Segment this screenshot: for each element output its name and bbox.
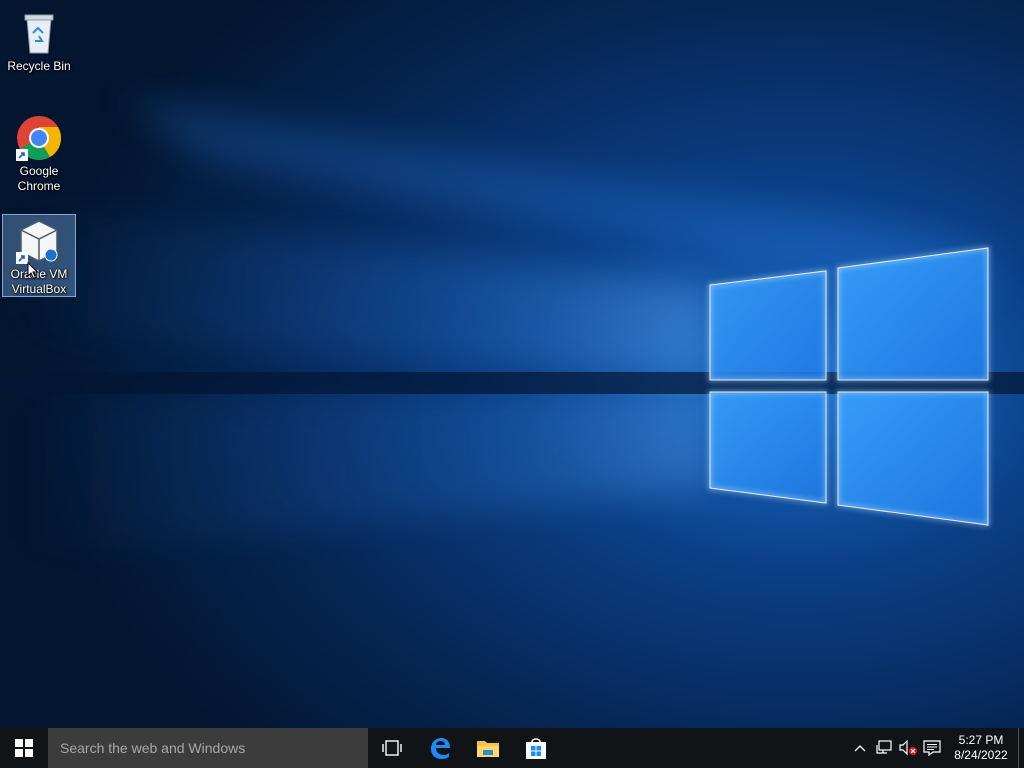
search-input[interactable]: Search the web and Windows: [48, 728, 368, 768]
show-desktop-button[interactable]: [1018, 728, 1024, 768]
clock-date: 8/24/2022: [954, 748, 1008, 762]
action-center-icon: [923, 740, 941, 756]
search-placeholder: Search the web and Windows: [60, 740, 246, 756]
desktop-icon-label: Recycle Bin: [7, 59, 71, 73]
taskbar: Search the web and Windows 5:27 PM 8/24/…: [0, 728, 1024, 768]
start-button[interactable]: [0, 728, 48, 768]
task-view-button[interactable]: [368, 728, 416, 768]
edge-taskbar-button[interactable]: [416, 728, 464, 768]
show-hidden-icons-button[interactable]: [848, 728, 872, 768]
clock-time: 5:27 PM: [958, 733, 1004, 747]
recycle-bin-icon: [15, 9, 63, 57]
edge-icon: [431, 738, 450, 759]
network-button[interactable]: [872, 728, 896, 768]
shortcut-arrow-icon: [16, 149, 28, 161]
network-icon: [876, 740, 892, 754]
system-tray: 5:27 PM 8/24/2022: [848, 728, 1024, 768]
desktop[interactable]: Recycle Bin Google Chrome Oracle VM Virt…: [0, 0, 1024, 728]
desktop-icon-label: Google Chrome: [17, 164, 61, 193]
chrome-icon: [15, 114, 63, 162]
store-taskbar-button[interactable]: [512, 728, 560, 768]
desktop-icon-label: Oracle VM VirtualBox: [10, 267, 68, 296]
desktop-icon-recycle-bin[interactable]: Recycle Bin: [2, 6, 76, 75]
virtualbox-icon: [15, 217, 63, 265]
windows-logo-icon: [15, 739, 33, 757]
windows-10-wallpaper: [0, 0, 1024, 728]
chevron-up-icon: [854, 745, 866, 752]
store-icon: [526, 738, 546, 759]
desktop-icon-virtualbox[interactable]: Oracle VM VirtualBox: [2, 214, 76, 297]
mouse-cursor-icon: [27, 262, 39, 280]
file-explorer-icon: [477, 741, 499, 757]
desktop-icon-google-chrome[interactable]: Google Chrome: [2, 111, 76, 195]
taskbar-clock[interactable]: 5:27 PM 8/24/2022: [944, 728, 1018, 768]
volume-muted-icon: [899, 740, 917, 756]
task-view-icon: [382, 740, 402, 756]
file-explorer-taskbar-button[interactable]: [464, 728, 512, 768]
action-center-button[interactable]: [920, 728, 944, 768]
volume-button[interactable]: [896, 728, 920, 768]
